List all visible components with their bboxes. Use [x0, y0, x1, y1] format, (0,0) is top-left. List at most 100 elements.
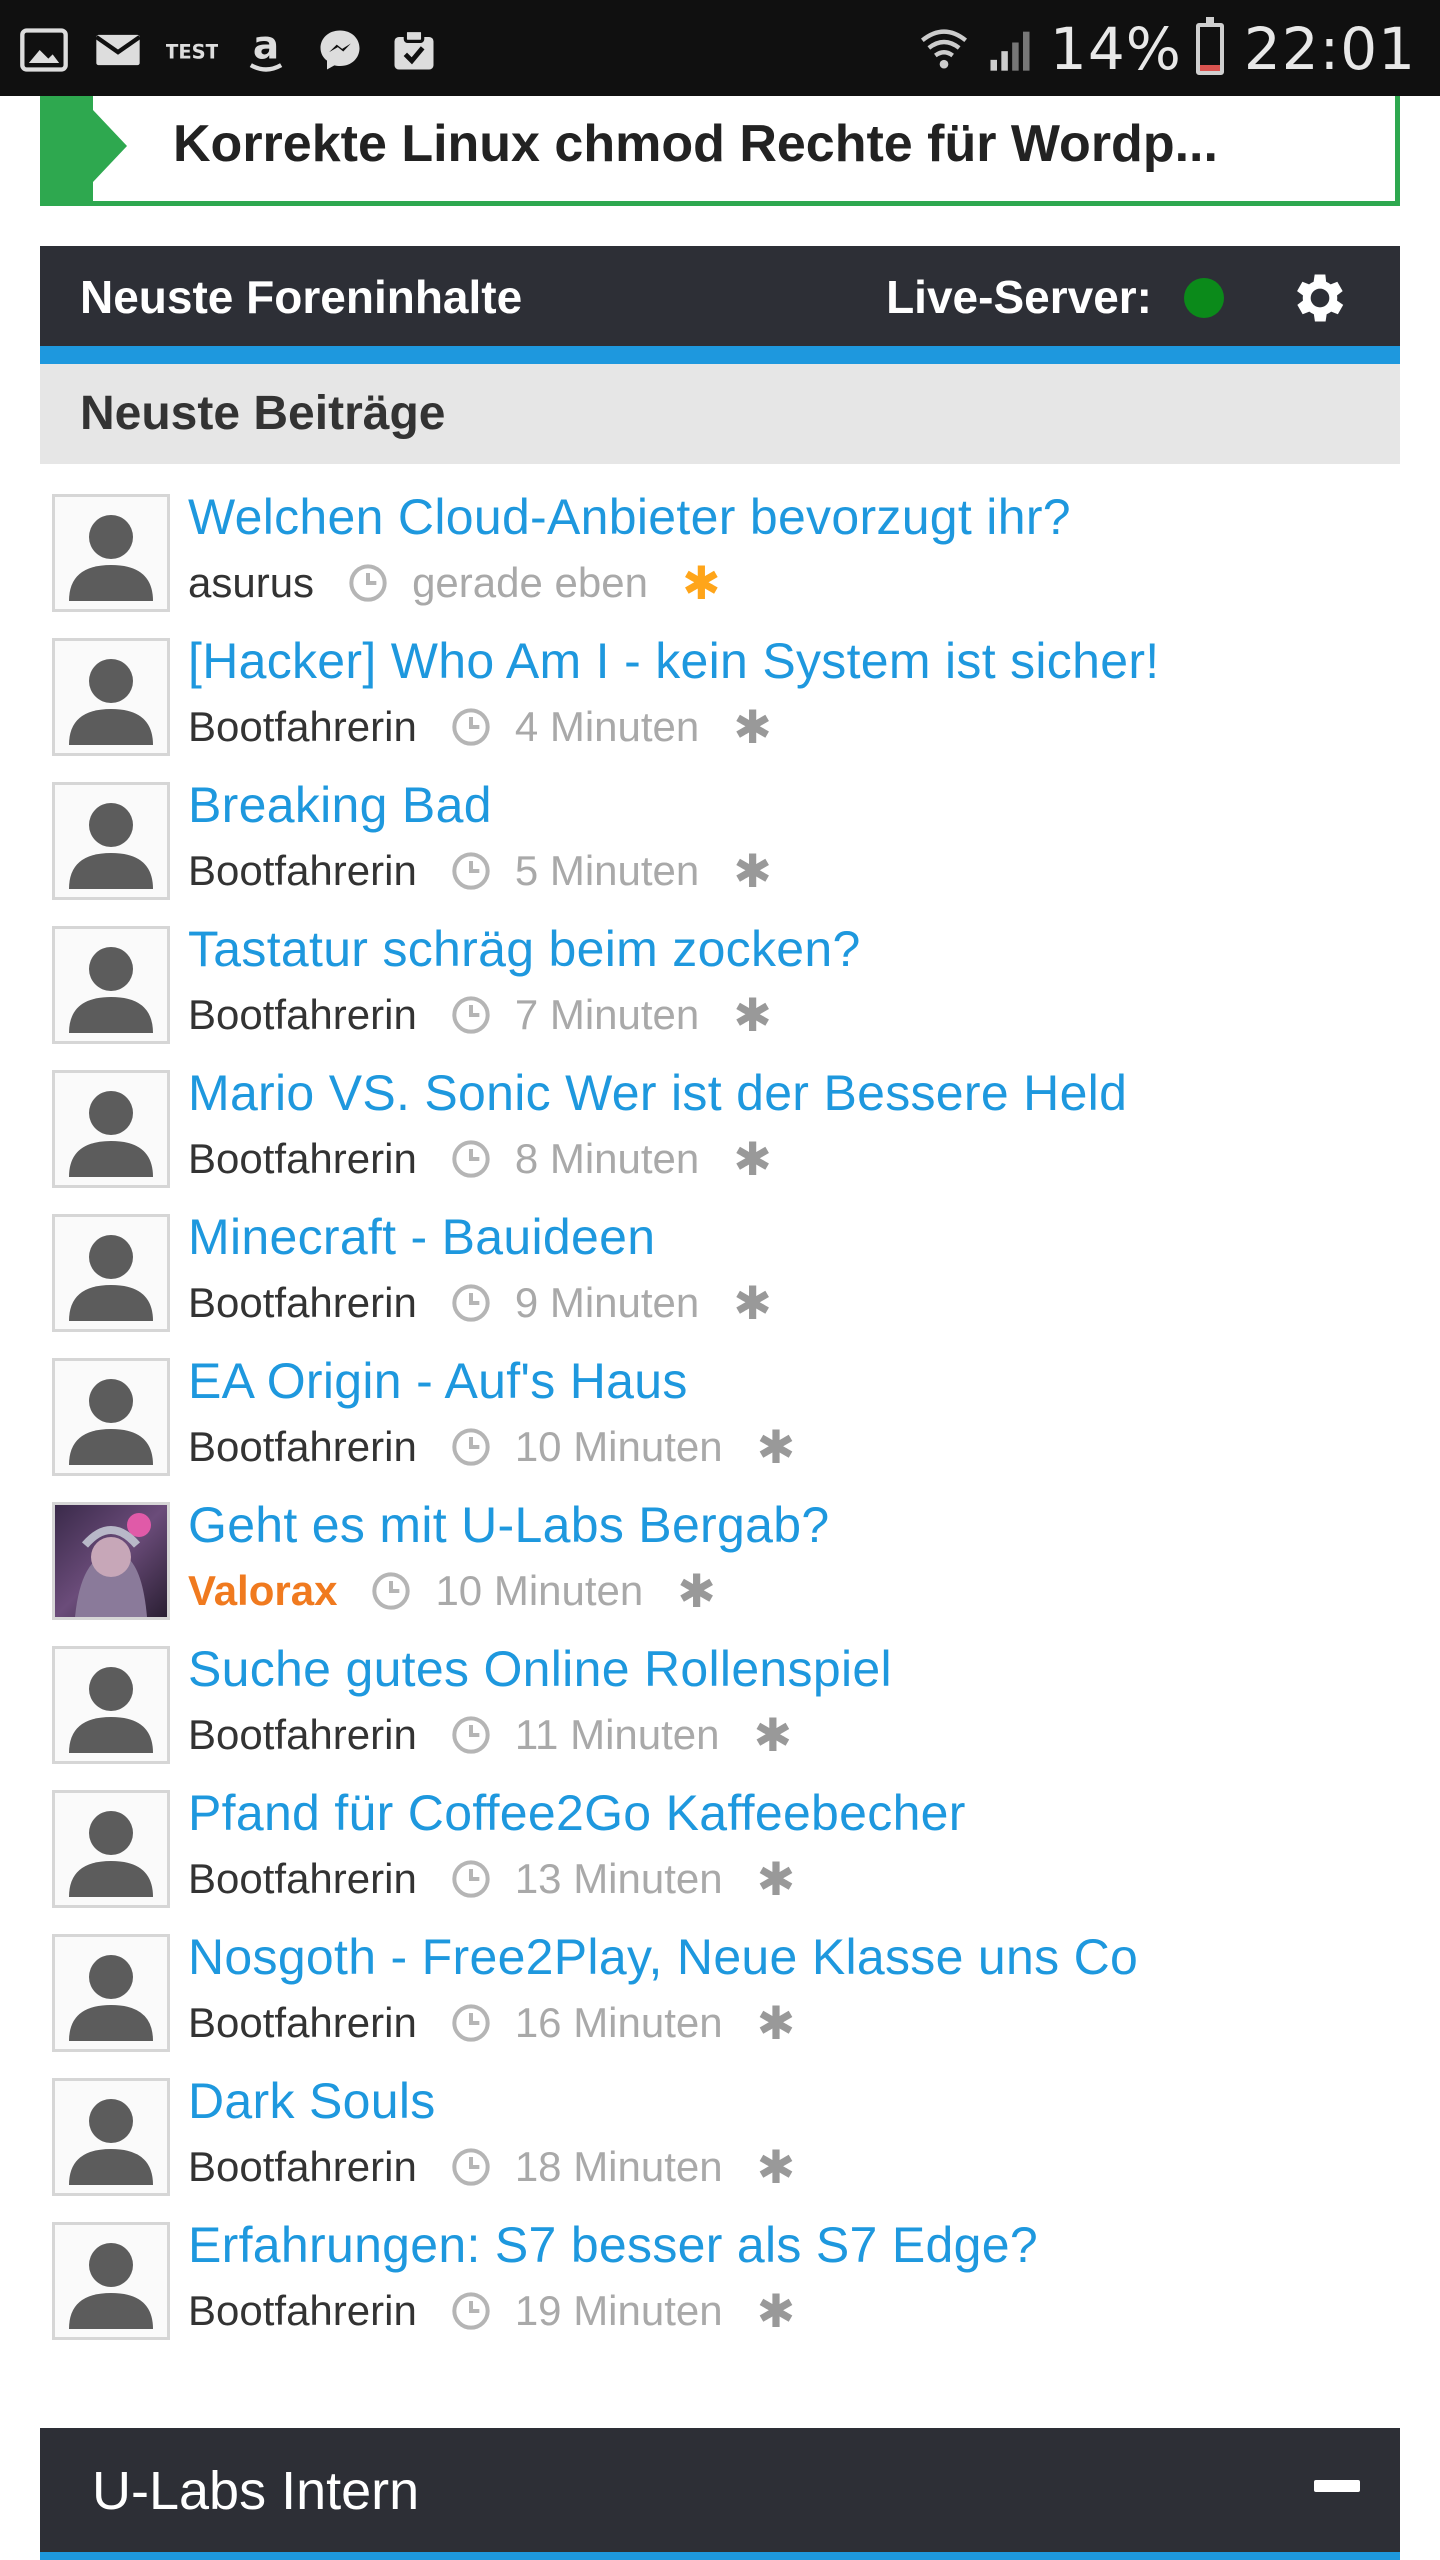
avatar[interactable]: [52, 1502, 170, 1620]
asterisk-icon: ✱: [733, 989, 772, 1041]
post-item: Pfand für Coffee2Go Kaffeebecher Bootfah…: [40, 1784, 1400, 1928]
battery-level: [1199, 64, 1220, 71]
post-title-link[interactable]: Mario VS. Sonic Wer ist der Bessere Held: [188, 1064, 1127, 1122]
clock-time: 22:01: [1243, 15, 1416, 83]
panel-title: Neuste Foreninhalte: [80, 271, 523, 323]
asterisk-icon: ✱: [733, 1133, 772, 1185]
post-author[interactable]: Bootfahrerin: [188, 847, 417, 895]
panel-accent-bar: [40, 2552, 1400, 2560]
clock-icon: [372, 1572, 411, 1610]
post-author[interactable]: Bootfahrerin: [188, 703, 417, 751]
custom-user-avatar-icon: [55, 1505, 167, 1617]
post-time: 10 Minuten: [514, 1423, 723, 1470]
post-author[interactable]: Valorax: [188, 1567, 337, 1615]
current-thread-banner[interactable]: Korrekte Linux chmod Rechte für Wordp...: [40, 96, 1400, 206]
status-bar: TEST a 14% 22:01: [0, 0, 1440, 96]
post-item: [Hacker] Who Am I - kein System ist sich…: [40, 632, 1400, 776]
post-item: Geht es mit U-Labs Bergab? Valorax 10 Mi…: [40, 1496, 1400, 1640]
post-title-link[interactable]: Suche gutes Online Rollenspiel: [188, 1640, 892, 1698]
post-title-link[interactable]: Welchen Cloud-Anbieter bevorzugt ihr?: [188, 488, 1071, 546]
post-title-link[interactable]: Minecraft - Bauideen: [188, 1208, 655, 1266]
post-meta: Bootfahrerin 16 Minuten ✱: [188, 1998, 795, 2048]
post-title-link[interactable]: Erfahrungen: S7 besser als S7 Edge?: [188, 2216, 1038, 2274]
svg-text:a: a: [253, 24, 279, 69]
post-time: 13 Minuten: [514, 1855, 723, 1902]
avatar[interactable]: [52, 1358, 170, 1476]
post-meta: Bootfahrerin 11 Minuten ✱: [188, 1710, 792, 1760]
post-author[interactable]: Bootfahrerin: [188, 991, 417, 1039]
mail-icon: [92, 24, 144, 76]
avatar[interactable]: [52, 2078, 170, 2196]
post-title-link[interactable]: Nosgoth - Free2Play, Neue Klasse uns Co: [188, 1928, 1138, 1986]
post-title-link[interactable]: Breaking Bad: [188, 776, 492, 834]
post-time: 9 Minuten: [514, 1279, 700, 1326]
avatar[interactable]: [52, 1934, 170, 2052]
post-title-link[interactable]: Pfand für Coffee2Go Kaffeebecher: [188, 1784, 966, 1842]
avatar[interactable]: [52, 1646, 170, 1764]
post-author[interactable]: asurus: [188, 559, 314, 607]
clock-icon: [452, 1428, 490, 1466]
section-title: Neuste Beiträge: [80, 387, 446, 440]
post-time: 4 Minuten: [514, 703, 700, 750]
post-author[interactable]: Bootfahrerin: [188, 1855, 417, 1903]
post-item: Erfahrungen: S7 besser als S7 Edge? Boot…: [40, 2216, 1400, 2360]
post-author[interactable]: Bootfahrerin: [188, 2143, 417, 2191]
post-title-link[interactable]: Geht es mit U-Labs Bergab?: [188, 1496, 829, 1554]
post-time: 5 Minuten: [514, 847, 700, 894]
post-meta: Bootfahrerin 13 Minuten ✱: [188, 1854, 795, 1904]
collapse-minus-icon[interactable]: [1314, 2480, 1360, 2492]
default-user-avatar-icon: [55, 2081, 167, 2193]
post-meta: Bootfahrerin 8 Minuten ✱: [188, 1134, 772, 1184]
clock-icon: [452, 708, 490, 746]
avatar[interactable]: [52, 2222, 170, 2340]
current-thread-title[interactable]: Korrekte Linux chmod Rechte für Wordp...: [173, 114, 1218, 174]
asterisk-icon: ✱: [733, 1277, 772, 1329]
asterisk-icon: ✱: [756, 1997, 796, 2049]
u-labs-intern-panel-header[interactable]: U-Labs Intern: [40, 2428, 1400, 2552]
post-time: 16 Minuten: [514, 1999, 723, 2046]
post-item: Breaking Bad Bootfahrerin 5 Minuten ✱: [40, 776, 1400, 920]
post-author[interactable]: Bootfahrerin: [188, 1711, 417, 1759]
post-time: 7 Minuten: [514, 991, 700, 1038]
post-meta: Bootfahrerin 18 Minuten ✱: [188, 2142, 795, 2192]
post-time: gerade eben: [412, 559, 648, 606]
signal-icon: [984, 23, 1036, 75]
post-item: Dark Souls Bootfahrerin 18 Minuten ✱: [40, 2072, 1400, 2216]
avatar[interactable]: [52, 1214, 170, 1332]
asterisk-icon: ✱: [733, 701, 772, 753]
post-meta: Bootfahrerin 4 Minuten ✱: [188, 702, 772, 752]
default-user-avatar-icon: [55, 1937, 167, 2049]
arrow-flag-icon: [45, 96, 127, 201]
forum-panel-header: Neuste Foreninhalte Live-Server:: [40, 246, 1400, 346]
amazon-icon: a: [240, 24, 292, 76]
clock-icon: [452, 2148, 490, 2186]
post-author[interactable]: Bootfahrerin: [188, 1135, 417, 1183]
post-title-link[interactable]: Dark Souls: [188, 2072, 436, 2130]
asterisk-icon: ✱: [681, 557, 721, 609]
avatar[interactable]: [52, 638, 170, 756]
asterisk-icon: ✱: [756, 1421, 796, 1473]
post-item: Tastatur schräg beim zocken? Bootfahreri…: [40, 920, 1400, 1064]
live-server-label: Live-Server:: [886, 271, 1152, 323]
asterisk-icon: ✱: [756, 2141, 796, 2193]
post-author[interactable]: Bootfahrerin: [188, 1999, 417, 2047]
post-time: 19 Minuten: [514, 2287, 723, 2334]
post-meta: Bootfahrerin 19 Minuten ✱: [188, 2286, 795, 2336]
post-meta: Valorax 10 Minuten ✱: [188, 1566, 716, 1616]
post-item: Mario VS. Sonic Wer ist der Bessere Held…: [40, 1064, 1400, 1208]
post-title-link[interactable]: [Hacker] Who Am I - kein System ist sich…: [188, 632, 1159, 690]
avatar[interactable]: [52, 1070, 170, 1188]
default-user-avatar-icon: [55, 1361, 167, 1473]
gear-icon[interactable]: [1288, 266, 1352, 330]
avatar[interactable]: [52, 1790, 170, 1908]
clock-icon: [452, 1284, 490, 1322]
post-meta: Bootfahrerin 5 Minuten ✱: [188, 846, 772, 896]
post-author[interactable]: Bootfahrerin: [188, 1423, 417, 1471]
post-author[interactable]: Bootfahrerin: [188, 1279, 417, 1327]
avatar[interactable]: [52, 494, 170, 612]
avatar[interactable]: [52, 782, 170, 900]
post-title-link[interactable]: EA Origin - Auf's Haus: [188, 1352, 688, 1410]
post-author[interactable]: Bootfahrerin: [188, 2287, 417, 2335]
post-title-link[interactable]: Tastatur schräg beim zocken?: [188, 920, 861, 978]
avatar[interactable]: [52, 926, 170, 1044]
